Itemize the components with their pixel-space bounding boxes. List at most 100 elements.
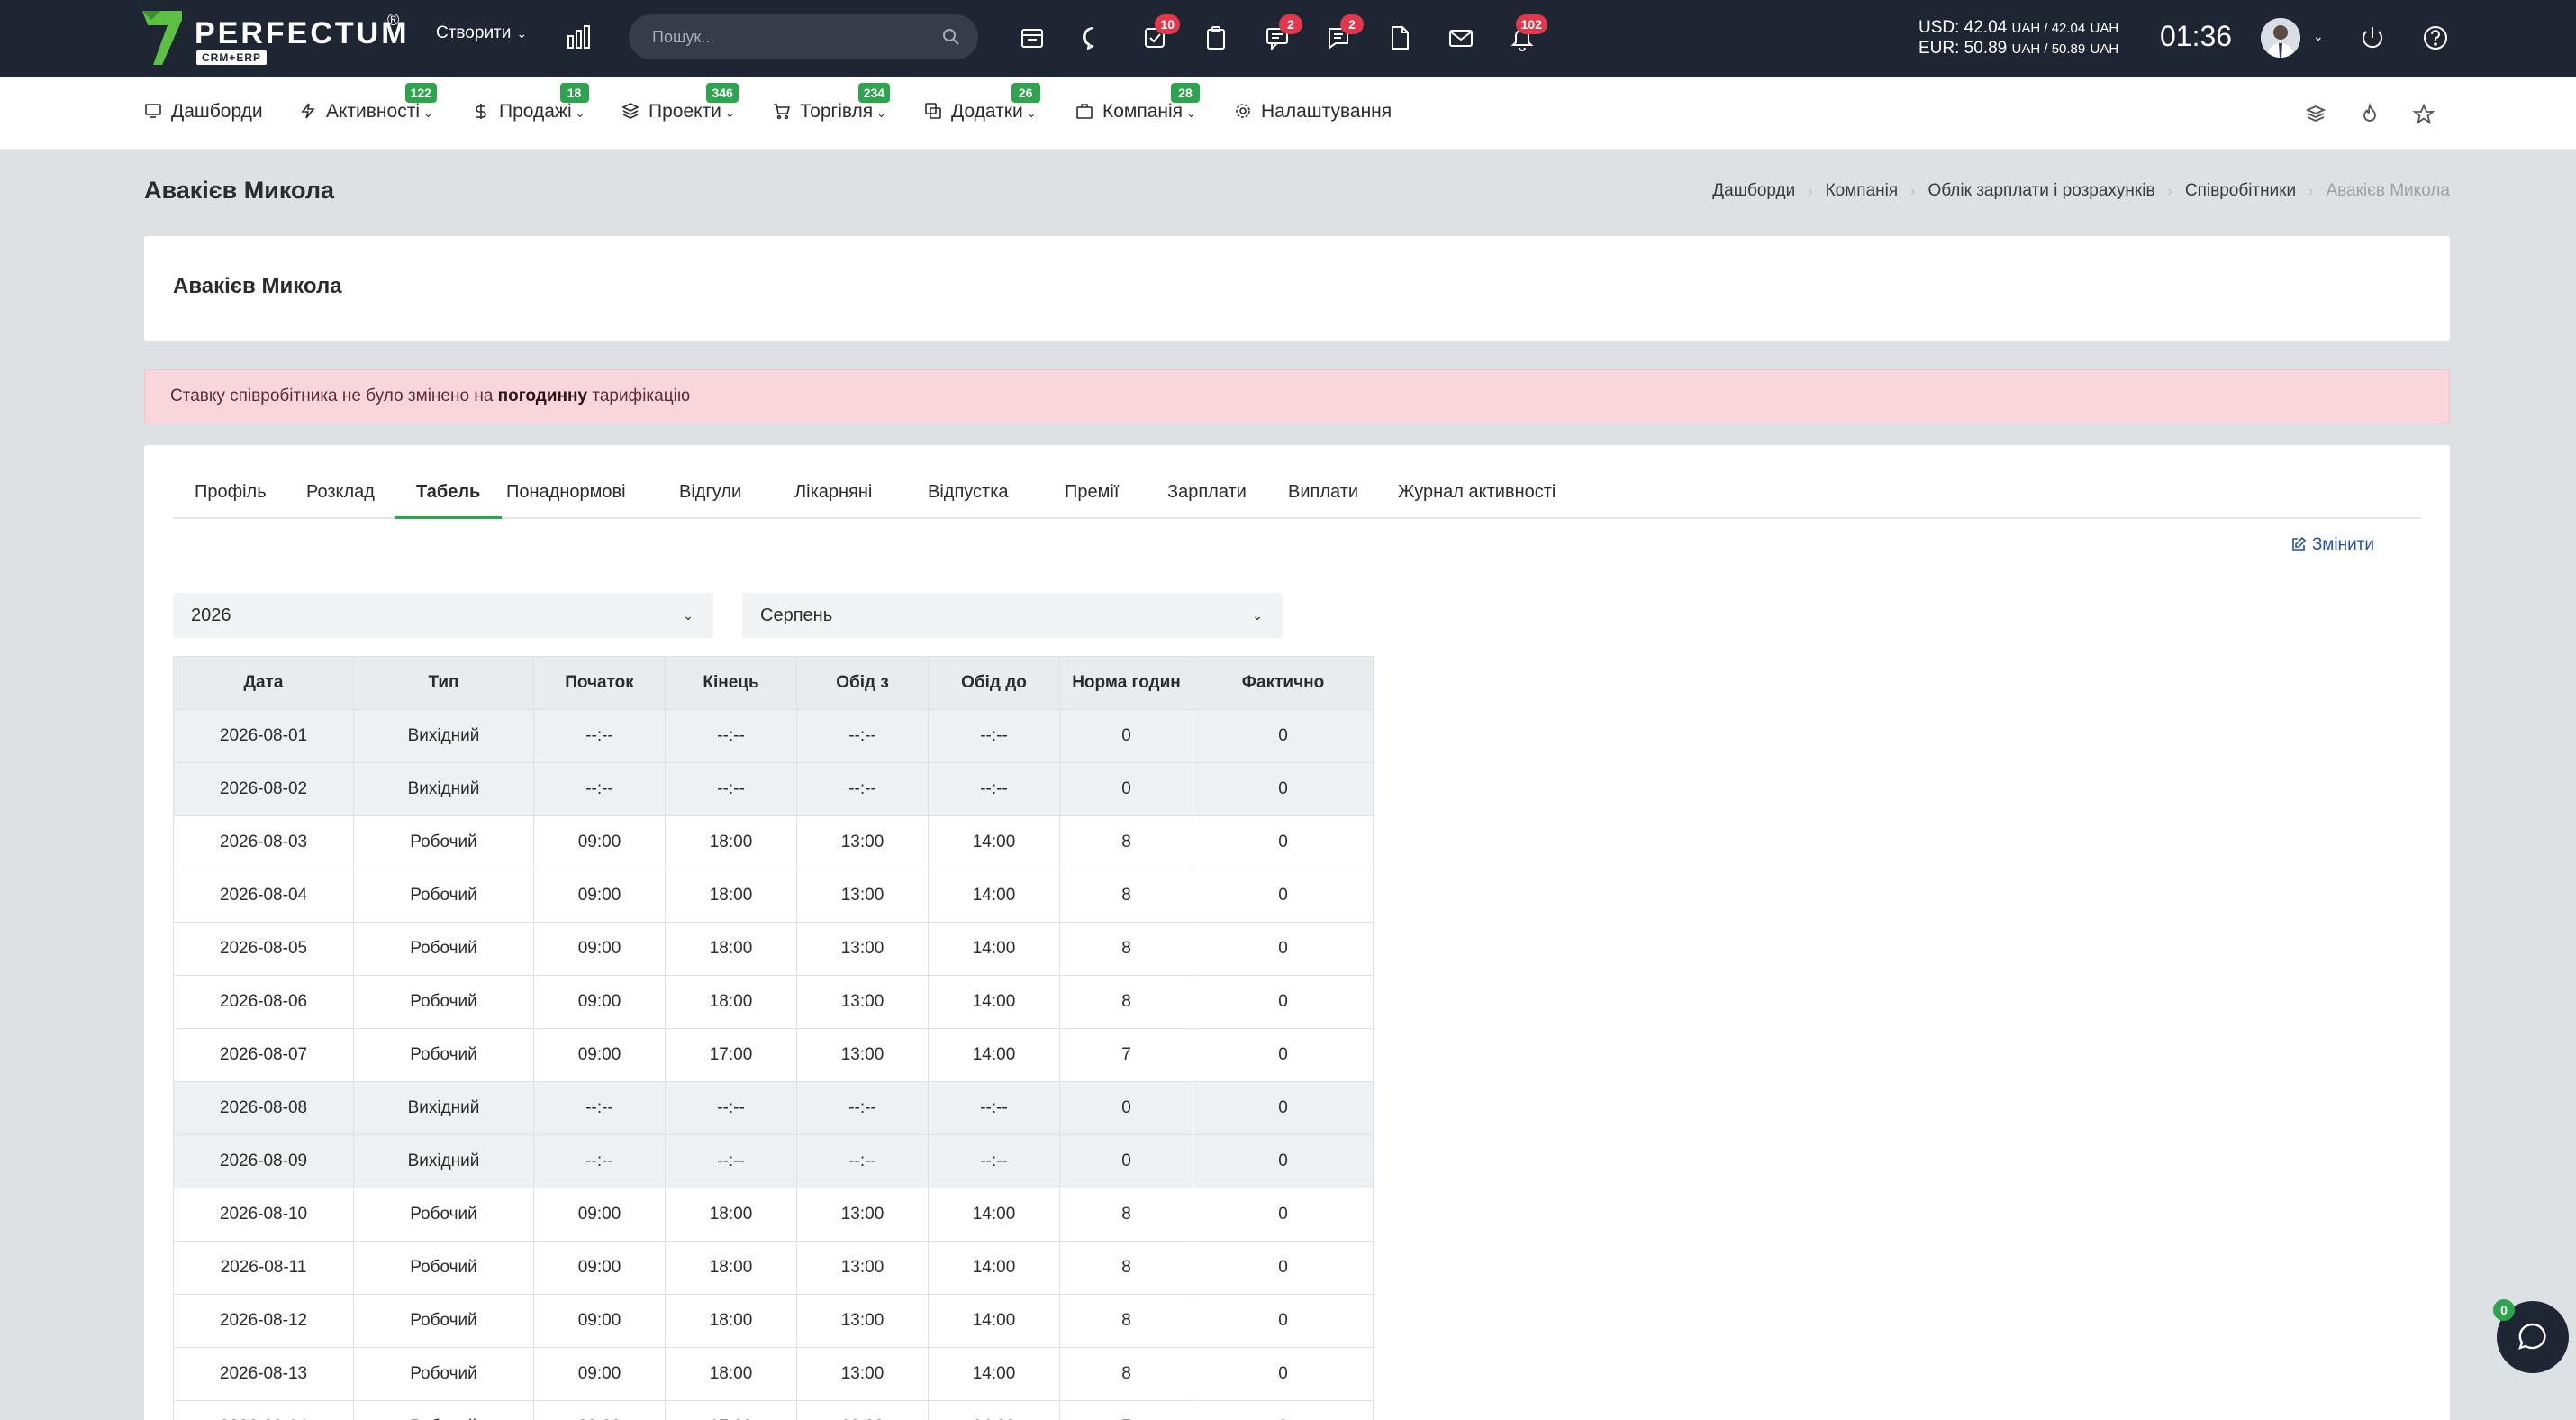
table-cell: Робочий: [353, 1241, 534, 1295]
table-cell: --:--: [665, 709, 797, 763]
table-row: 2026-08-05 Робочий 09:00 18:00 13:00 14:00 8 0: [173, 922, 1374, 976]
chat-bubble-icon[interactable]: [1077, 22, 1110, 54]
table-cell: --:--: [796, 709, 929, 763]
nav-item-projects[interactable]: Проекти ⌄ 346: [621, 83, 739, 128]
table-body: 2026-08-01 Вихідний --:-- --:-- --:-- --:-- 0 0…: [173, 709, 1374, 1420]
table-cell: 8: [1059, 1241, 1193, 1295]
help-icon[interactable]: [2419, 22, 2452, 54]
clipboard-icon[interactable]: [1200, 22, 1232, 54]
tab-salaries[interactable]: Зарплати: [1146, 478, 1268, 519]
table-cell: 14:00: [928, 1400, 1060, 1420]
tab-profile[interactable]: Профіль: [173, 478, 288, 519]
table-cell: 09:00: [533, 1241, 666, 1295]
nav-item-trade[interactable]: Торгівля ⌄ 234: [773, 83, 891, 128]
timesheet-card: Профіль Розклад Табель Понаднормові Відг…: [144, 445, 2450, 1420]
table-cell: 8: [1059, 975, 1193, 1029]
breadcrumb-item[interactable]: Компанія: [1826, 181, 1899, 200]
monitor-icon: [145, 104, 161, 118]
tab-payments[interactable]: Виплати: [1266, 478, 1380, 519]
table-cell: 13:00: [796, 1028, 929, 1082]
month-value: Серпень: [760, 605, 833, 625]
tab-bonuses[interactable]: Премії: [1043, 478, 1140, 519]
table-cell: 2026-08-04: [173, 869, 354, 923]
table-cell: 17:00: [665, 1400, 797, 1420]
breadcrumb-item[interactable]: Облік зарплати і розрахунків: [1927, 181, 2154, 200]
layers-icon[interactable]: [2302, 101, 2329, 128]
table-cell: 8: [1059, 1188, 1193, 1242]
table-cell: 0: [1193, 709, 1374, 763]
table-cell: 2026-08-06: [173, 975, 354, 1029]
year-select[interactable]: 2026 ⌄: [173, 593, 713, 638]
nav-item-addons[interactable]: Додатки ⌄ 26: [924, 83, 1040, 128]
table-cell: 0: [1193, 762, 1374, 816]
edit-label: Змінити: [2311, 535, 2374, 554]
document-icon[interactable]: [1383, 22, 1416, 54]
nav-item-settings[interactable]: Налаштування: [1234, 101, 1392, 128]
table-row: 2026-08-08 Вихідний --:-- --:-- --:-- --:-- 0 0: [173, 1081, 1374, 1135]
user-avatar-icon: [2261, 18, 2300, 58]
table-cell: --:--: [665, 762, 797, 816]
table-cell: 17:00: [665, 1028, 797, 1082]
search-input[interactable]: [652, 14, 922, 59]
usd-rate-main: USD: 42.04: [1918, 18, 2008, 37]
chevron-down-icon: ⌄: [876, 106, 887, 120]
table-cell: 0: [1059, 709, 1193, 763]
table-cell: 0: [1193, 1400, 1374, 1420]
power-icon[interactable]: [2356, 22, 2389, 54]
month-select[interactable]: Серпень ⌄: [742, 593, 1283, 638]
table-cell: 14:00: [928, 1241, 1060, 1295]
nav-label: Компанія: [1102, 101, 1184, 122]
tab-time-off[interactable]: Відгули: [658, 478, 763, 519]
tab-vacation[interactable]: Відпустка: [906, 478, 1030, 519]
table-cell: 0: [1193, 1347, 1374, 1401]
search-icon[interactable]: [942, 28, 960, 46]
eur-rate-main: EUR: 50.89: [1918, 39, 2008, 58]
table-cell: 13:00: [796, 815, 929, 869]
nav-label: Активності: [326, 101, 420, 122]
breadcrumb-current: Авакієв Микола: [2326, 181, 2451, 200]
table-cell: 2026-08-08: [173, 1081, 354, 1135]
tab-schedule[interactable]: Розклад: [285, 478, 396, 519]
chevron-down-icon: ⌄: [1026, 106, 1037, 120]
tasks-icon[interactable]: 10: [1138, 14, 1180, 54]
chevron-down-icon[interactable]: ⌄: [2313, 29, 2324, 44]
calendar-icon[interactable]: [1016, 22, 1048, 54]
nav-item-company[interactable]: Компанія ⌄ 28: [1075, 83, 1200, 128]
tab-activity-log[interactable]: Журнал активності: [1376, 478, 1577, 519]
table-cell: 0: [1059, 762, 1193, 816]
support-chat-button[interactable]: 0: [2493, 1299, 2569, 1373]
star-icon[interactable]: [2410, 101, 2437, 128]
edit-link[interactable]: Змінити: [2290, 535, 2374, 555]
create-button[interactable]: Створити ⌄: [436, 23, 527, 43]
nav-label: Торгівля: [800, 101, 874, 122]
table-cell: 7: [1059, 1400, 1193, 1420]
nav-item-dashboards[interactable]: Дашборди: [144, 101, 263, 128]
table-cell: 13:00: [796, 922, 929, 976]
table-cell: 18:00: [665, 922, 797, 976]
chevron-down-icon: ⌄: [516, 26, 528, 41]
table-cell: 0: [1193, 1134, 1374, 1188]
breadcrumb-item[interactable]: Дашборди: [1712, 181, 1795, 200]
messages-icon[interactable]: 2: [1322, 14, 1364, 54]
bell-icon[interactable]: 102: [1506, 14, 1547, 54]
tab-overtime[interactable]: Понаднормові: [485, 478, 648, 519]
nav-item-activities[interactable]: Активності ⌄ 122: [299, 83, 437, 128]
breadcrumb-item[interactable]: Співробітники: [2185, 181, 2296, 200]
notifications-badge: 102: [1515, 14, 1547, 34]
table-row: 2026-08-09 Вихідний --:-- --:-- --:-- --:-- 0 0: [173, 1134, 1374, 1188]
discussion-icon[interactable]: 2: [1261, 14, 1302, 54]
table-cell: 2026-08-12: [173, 1294, 354, 1348]
table-cell: 09:00: [533, 1347, 666, 1401]
fire-icon[interactable]: [2356, 101, 2383, 128]
currency-rates: USD: 42.04 UAH / 42.04 UAH EUR: 50.89 UA…: [1918, 18, 2118, 59]
avatar[interactable]: [2261, 18, 2300, 58]
logo[interactable]: PERFECTUM ® CRM+ERP: [142, 11, 407, 67]
nav-item-sales[interactable]: Продажі ⌄ 18: [472, 83, 589, 128]
tab-sick-leave[interactable]: Лікарняні: [773, 478, 893, 519]
nav-label: Додатки: [951, 101, 1023, 122]
table-cell: 13:00: [796, 1294, 929, 1348]
mail-icon[interactable]: [1445, 22, 1477, 54]
bar-chart-icon[interactable]: [566, 23, 593, 50]
table-cell: 14:00: [928, 1347, 1060, 1401]
table-cell: 0: [1193, 1188, 1374, 1242]
